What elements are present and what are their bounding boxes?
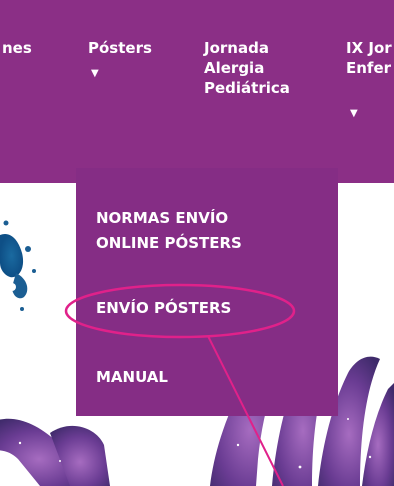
posters-dropdown-menu: NORMAS ENVÍO ONLINE PÓSTERS ENVÍO PÓSTER… (76, 168, 338, 416)
paint-splash-graphic (0, 220, 36, 311)
nav-item-jornada-alergia[interactable]: Jornada Alergia Pediátrica (204, 38, 290, 98)
caret-down-icon: ▼ (91, 68, 99, 79)
top-navbar: nes Pósters ▼ Jornada Alergia Pediátrica… (0, 0, 394, 183)
menu-item-manual[interactable]: MANUAL (96, 365, 168, 390)
nav-item-ix-jornada[interactable]: IX Jor Enfer (346, 38, 392, 78)
menu-item-normas-envio[interactable]: NORMAS ENVÍO ONLINE PÓSTERS (96, 206, 242, 256)
caret-down-icon: ▼ (350, 108, 358, 119)
menu-item-envio-posters[interactable]: ENVÍO PÓSTERS (96, 296, 231, 321)
nav-item-prev[interactable]: nes (2, 38, 32, 58)
nav-item-posters[interactable]: Pósters (88, 38, 152, 58)
